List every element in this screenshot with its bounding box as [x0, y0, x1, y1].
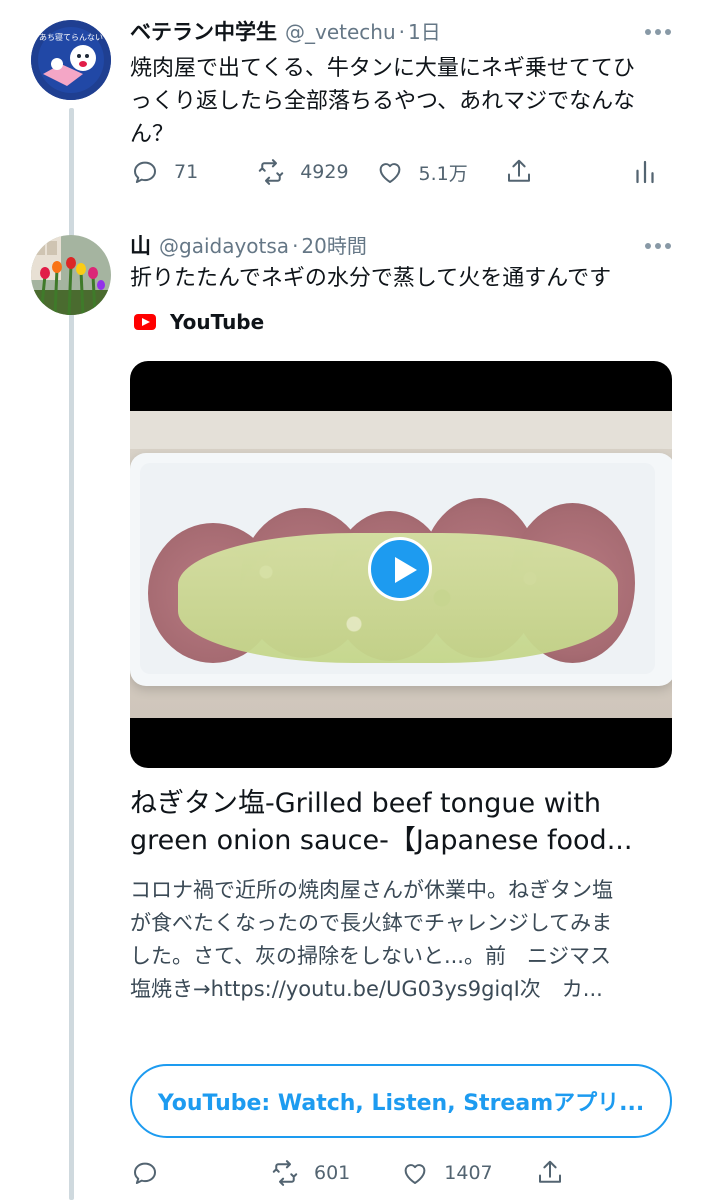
- tweet-actions: 601 1407: [130, 1158, 670, 1188]
- like-button[interactable]: 1407: [400, 1158, 493, 1188]
- tweet-text-line: ん？: [130, 122, 175, 147]
- reply-icon: [134, 1162, 156, 1184]
- separator-dot: ·: [398, 20, 405, 44]
- retweet-button[interactable]: 4929: [256, 157, 349, 187]
- more-options-icon[interactable]: [645, 29, 671, 35]
- avatar-tulips-photo-icon: [31, 235, 111, 315]
- avatar[interactable]: [31, 235, 111, 315]
- tweet-header: ベテラン中学生 @_vetechu · 1日: [130, 16, 441, 46]
- card-title[interactable]: ねぎタン塩-Grilled beef tongue with green oni…: [130, 785, 675, 859]
- open-app-button[interactable]: YouTube: Watch, Listen, Streamアプリ...: [130, 1064, 672, 1138]
- card-description: コロナ禍で近所の焼肉屋さんが休業中。ねぎタン塩 が食べたくなったので長火鉢でチャ…: [130, 874, 675, 1006]
- like-icon: [379, 163, 400, 183]
- tweet-actions: 71 4929 5.1万: [130, 157, 670, 187]
- card-description-line: した。さて、灰の掃除をしないと...。前 ニジマス: [130, 944, 611, 968]
- tweet-text: 焼肉屋で出てくる、牛タンに大量にネギ乗せててひ っくり返したら全部落ちるやつ、あ…: [130, 52, 635, 151]
- user-handle[interactable]: @gaidayotsa: [159, 234, 289, 258]
- tweet-header: 山 @gaidayotsa · 20時間: [130, 230, 367, 260]
- like-button[interactable]: 5.1万: [375, 157, 468, 187]
- retweet-count: 601: [314, 1162, 351, 1184]
- like-count: 1407: [444, 1162, 493, 1184]
- tweet-text: 折りたたんでネギの水分で蒸して火を通すんです: [130, 266, 612, 291]
- retweet-icon: [258, 159, 284, 185]
- tweet-text-line: っくり返したら全部落ちるやつ、あれマジでなんな: [130, 89, 636, 114]
- share-icon: [538, 1160, 561, 1183]
- retweet-count: 4929: [300, 161, 349, 183]
- share-icon: [507, 159, 530, 182]
- analytics-button[interactable]: [630, 157, 660, 187]
- card-title-line: green onion sauce-【Japanese food...: [130, 825, 633, 856]
- video-thumbnail[interactable]: [130, 361, 672, 768]
- youtube-logo-icon: [134, 314, 156, 330]
- analytics-icon: [636, 160, 654, 184]
- reply-icon: [134, 161, 156, 183]
- more-options-icon[interactable]: [645, 243, 671, 249]
- display-name[interactable]: 山: [130, 230, 151, 260]
- thumbnail-background: [130, 411, 672, 449]
- like-icon: [404, 1164, 426, 1184]
- user-handle[interactable]: @_vetechu: [285, 20, 396, 44]
- card-description-line: が食べたくなったので長火鉢でチャレンジしてみま: [130, 911, 613, 935]
- avatar[interactable]: あち寝てらんない: [31, 20, 111, 100]
- card-source-label: YouTube: [170, 310, 265, 334]
- reply-button[interactable]: 71: [130, 157, 198, 187]
- share-button[interactable]: [535, 1158, 565, 1188]
- avatar-logo-text: あち寝てらんない: [39, 32, 103, 42]
- separator-dot: ·: [292, 234, 299, 258]
- timestamp[interactable]: 20時間: [301, 230, 366, 259]
- reply-count: 71: [174, 161, 199, 183]
- share-button[interactable]: [504, 157, 534, 187]
- retweet-icon: [272, 1160, 298, 1186]
- card-description-line: 塩焼き→https://youtu.be/UG03ys9giqI次 カ...: [130, 977, 603, 1001]
- like-count: 5.1万: [418, 162, 468, 185]
- play-icon[interactable]: [368, 537, 432, 601]
- timestamp[interactable]: 1日: [408, 16, 441, 45]
- display-name[interactable]: ベテラン中学生: [130, 16, 277, 46]
- tweet-original[interactable]: あち寝てらんない ベテラン中学生 @_vetechu · 1日 焼肉屋で出てくる…: [0, 0, 701, 210]
- avatar-illustration-icon: あち寝てらんない: [31, 20, 111, 100]
- retweet-button[interactable]: 601: [270, 1158, 350, 1188]
- card-source[interactable]: YouTube: [134, 310, 264, 334]
- reply-button[interactable]: [130, 1158, 160, 1188]
- tweet-text-line: 焼肉屋で出てくる、牛タンに大量にネギ乗せててひ: [130, 56, 635, 81]
- card-title-line: ねぎタン塩-Grilled beef tongue with: [130, 788, 601, 819]
- card-description-line: コロナ禍で近所の焼肉屋さんが休業中。ねぎタン塩: [130, 878, 613, 902]
